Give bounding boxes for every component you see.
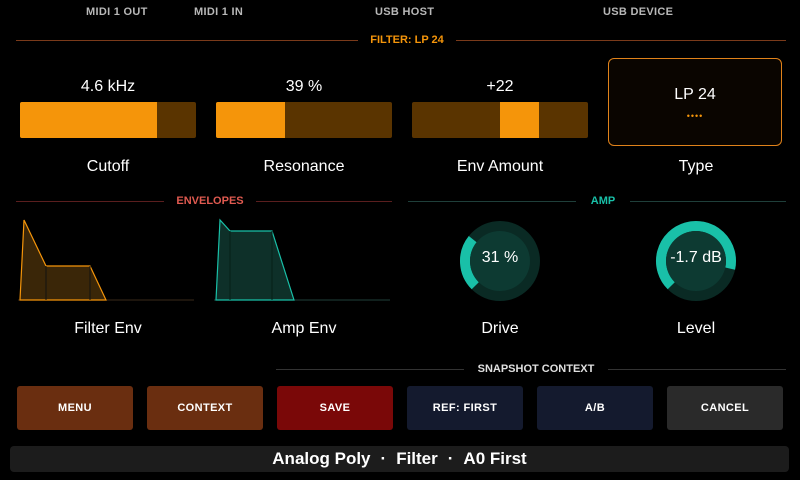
- resonance-slider-fill: [216, 102, 285, 138]
- amp-section-title: AMP: [576, 195, 630, 207]
- amp-env-label: Amp Env: [271, 320, 337, 337]
- cutoff-label: Cutoff: [86, 158, 130, 175]
- save-button[interactable]: SAVE: [277, 386, 393, 430]
- amp-env-graph[interactable]: [214, 218, 390, 302]
- resonance-label: Resonance: [263, 158, 345, 175]
- resonance-value: 39 %: [285, 78, 323, 95]
- usb-device-indicator: USB DEVICE: [603, 6, 674, 18]
- midi1-in-indicator: MIDI 1 IN: [194, 6, 244, 18]
- cancel-button[interactable]: CANCEL: [667, 386, 783, 430]
- filter-type-label: Type: [678, 158, 714, 175]
- env-amount-label: Env Amount: [456, 158, 544, 175]
- midi1-out-indicator: MIDI 1 OUT: [86, 6, 148, 18]
- ab-button[interactable]: A/B: [537, 386, 653, 430]
- footer-separator: ·: [380, 449, 387, 468]
- filter-type-value: LP 24: [674, 86, 716, 103]
- filter-env-graph[interactable]: [18, 218, 194, 302]
- filter-env-label: Filter Env: [74, 320, 142, 337]
- cutoff-slider-fill: [20, 102, 158, 138]
- usb-host-indicator: USB HOST: [375, 6, 435, 18]
- status-footer: Analog Poly · Filter · A0 First: [10, 446, 789, 472]
- cutoff-slider[interactable]: [20, 102, 196, 138]
- filter-type-selector[interactable]: LP 24 ••••: [608, 58, 782, 146]
- context-button[interactable]: CONTEXT: [147, 386, 263, 430]
- drive-value: 31 %: [481, 249, 519, 266]
- level-label: Level: [676, 320, 716, 337]
- env-amount-slider[interactable]: [412, 102, 588, 138]
- level-value: -1.7 dB: [670, 249, 722, 266]
- snapshot-name: A0 First: [463, 449, 527, 468]
- page-name: Filter: [396, 449, 438, 468]
- patch-name: Analog Poly: [272, 449, 371, 468]
- menu-button[interactable]: MENU: [17, 386, 133, 430]
- env-amount-slider-fill: [500, 102, 539, 138]
- drive-knob[interactable]: 31 %: [458, 219, 542, 303]
- level-knob[interactable]: -1.7 dB: [654, 219, 738, 303]
- drive-label: Drive: [481, 320, 519, 337]
- ref-first-button[interactable]: REF: FIRST: [407, 386, 523, 430]
- snapshot-context-title: SNAPSHOT CONTEXT: [464, 363, 608, 375]
- filter-section-title: FILTER: LP 24: [358, 34, 456, 46]
- env-amount-value: +22: [486, 78, 514, 95]
- envelopes-section-title: ENVELOPES: [164, 195, 256, 207]
- resonance-slider[interactable]: [216, 102, 392, 138]
- filter-type-indicator: ••••: [686, 111, 704, 121]
- cutoff-value: 4.6 kHz: [80, 78, 136, 95]
- footer-separator: ·: [447, 449, 454, 468]
